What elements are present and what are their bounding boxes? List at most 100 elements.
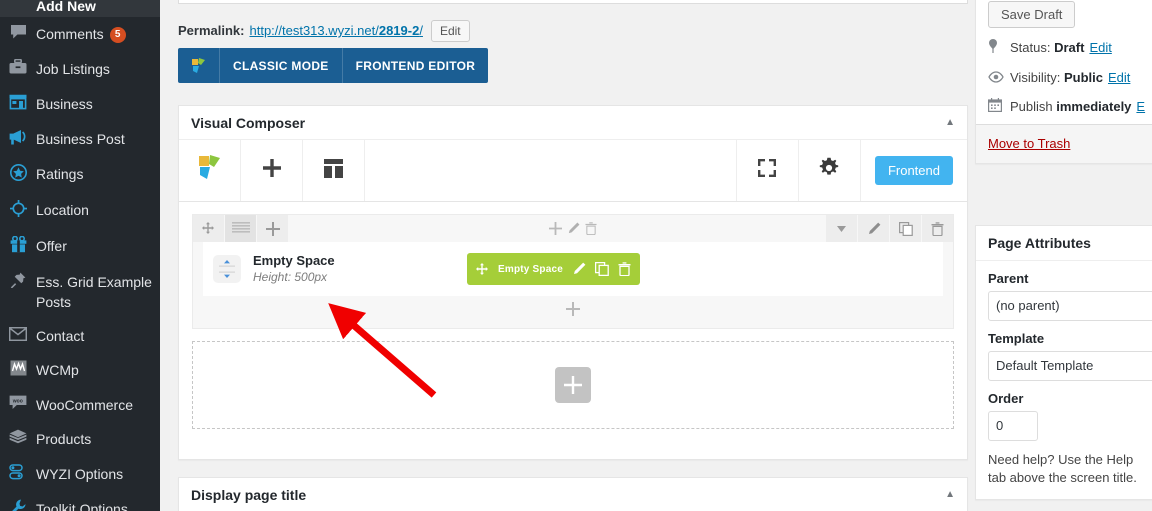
sidebar-item-woocommerce[interactable]: woo WooCommerce xyxy=(0,388,160,422)
parent-label: Parent xyxy=(988,271,1029,286)
gear-icon xyxy=(818,157,840,184)
vc-settings-button[interactable] xyxy=(799,140,861,201)
edit-permalink-button[interactable]: Edit xyxy=(430,20,470,42)
sidebar-item-toolkit-options[interactable]: Toolkit Options xyxy=(0,492,160,511)
sidebar-item-business[interactable]: Business xyxy=(0,87,160,122)
vc-toolbar-logo-button[interactable] xyxy=(179,140,241,201)
template-label: Template xyxy=(988,331,1045,346)
star-circle-icon xyxy=(0,164,36,186)
row-layout-button[interactable] xyxy=(225,215,256,242)
vc-dropzone-add-button[interactable] xyxy=(555,367,591,403)
classic-mode-button[interactable]: CLASSIC MODE xyxy=(220,48,343,83)
chevron-up-icon[interactable]: ▲ xyxy=(945,489,955,500)
sidebar-submenu-add-new[interactable]: Add New xyxy=(0,0,160,17)
page-title: Visual Composer xyxy=(191,114,306,131)
megaphone-icon xyxy=(0,129,36,150)
vc-mode-switch-bar: CLASSIC MODE FRONTEND EDITOR xyxy=(178,48,489,83)
vc-templates-button[interactable] xyxy=(303,140,365,201)
plus-icon xyxy=(261,157,283,184)
element-hover-toolbar: Empty Space xyxy=(467,253,641,285)
sidebar-item-label: Business Post xyxy=(36,131,125,147)
sidebar-item-comments[interactable]: Comments 5 xyxy=(0,17,160,52)
crosshair-icon xyxy=(0,200,36,222)
sidebar-item-label: Ess. Grid Example Posts xyxy=(36,274,152,310)
sidebar-item-ratings[interactable]: Ratings xyxy=(0,157,160,193)
eye-icon xyxy=(988,69,1010,87)
sidebar-item-job-listings[interactable]: Job Listings xyxy=(0,52,160,87)
vc-add-element-below-button[interactable] xyxy=(193,296,953,322)
row-add-element-button[interactable] xyxy=(257,215,288,242)
sidebar-item-label: WYZI Options xyxy=(36,466,124,482)
column-edit-button[interactable] xyxy=(567,222,580,235)
sidebar-item-label: Offer xyxy=(36,238,67,254)
empty-space-arrows-icon xyxy=(213,255,241,283)
frontend-editor-button[interactable]: FRONTEND EDITOR xyxy=(343,48,489,83)
sidebar-item-location[interactable]: Location xyxy=(0,193,160,229)
pin-icon xyxy=(988,39,1010,58)
products-box-icon xyxy=(0,429,36,450)
row-clone-button[interactable] xyxy=(890,215,921,242)
publish-panel-footer: Move to Trash xyxy=(976,124,1152,163)
template-select[interactable]: Default Template xyxy=(988,351,1152,381)
edit-status-link[interactable]: Edit xyxy=(1089,40,1111,55)
pushpin-icon xyxy=(0,272,36,293)
display-page-title-header: Display page title ▲ xyxy=(179,478,967,511)
row-delete-button[interactable] xyxy=(922,215,953,242)
briefcase-icon xyxy=(0,58,36,80)
move-cross-icon[interactable] xyxy=(476,262,489,276)
vc-empty-dropzone[interactable] xyxy=(192,341,954,429)
display-page-title-heading: Display page title xyxy=(191,486,307,503)
permalink-slug: 2819-2 xyxy=(378,23,420,38)
frontend-button[interactable]: Frontend xyxy=(874,156,953,185)
gift-icon xyxy=(0,235,36,258)
sidebar-item-products[interactable]: Products xyxy=(0,422,160,457)
visual-composer-panel: Visual Composer ▲ Frontend Empty Space H… xyxy=(178,105,968,460)
vc-row: Empty Space Height: 500px Empty Space xyxy=(192,214,954,329)
permalink-row: Permalink: http://test313.wyzi.net/2819-… xyxy=(178,20,470,42)
element-title: Empty Space xyxy=(253,253,335,268)
row-drag-handle[interactable] xyxy=(193,215,224,242)
page-attributes-help-text: Need help? Use the Help tab above the sc… xyxy=(988,452,1137,485)
visibility-line: Visibility: Public Edit xyxy=(988,69,1152,87)
edit-visibility-link[interactable]: Edit xyxy=(1108,70,1130,85)
admin-sidebar: Add New Comments 5 Job Listings Business Bus… xyxy=(0,0,160,511)
column-add-button[interactable] xyxy=(549,222,562,235)
order-input[interactable]: 0 xyxy=(988,411,1038,441)
vc-element-empty-space[interactable]: Empty Space Height: 500px Empty Space xyxy=(203,242,943,296)
sidebar-item-contact[interactable]: Contact xyxy=(0,319,160,353)
sidebar-item-label: Toolkit Options xyxy=(36,501,128,511)
element-hover-label: Empty Space xyxy=(498,263,564,275)
publish-date-line: Publish immediately E xyxy=(988,98,1152,116)
order-label: Order xyxy=(988,391,1024,406)
element-delete-button[interactable] xyxy=(618,262,631,276)
save-draft-button[interactable]: Save Draft xyxy=(988,1,1076,28)
storefront-icon xyxy=(0,94,36,115)
wcmp-icon xyxy=(0,360,36,381)
row-dropdown-button[interactable] xyxy=(826,215,857,242)
permalink-link[interactable]: http://test313.wyzi.net/2819-2/ xyxy=(249,21,422,41)
sidebar-item-offer[interactable]: Offer xyxy=(0,229,160,265)
move-to-trash-link[interactable]: Move to Trash xyxy=(988,136,1070,151)
row-edit-button[interactable] xyxy=(858,215,889,242)
sidebar-item-label: WCMp xyxy=(36,362,79,378)
vc-frontend-cell: Frontend xyxy=(861,140,967,201)
element-clone-button[interactable] xyxy=(595,262,609,276)
chevron-up-icon[interactable]: ▲ xyxy=(945,117,955,128)
sidebar-item-wcmp[interactable]: WCMp xyxy=(0,353,160,388)
vc-fullscreen-button[interactable] xyxy=(737,140,799,201)
column-delete-button[interactable] xyxy=(585,222,597,235)
sidebar-item-ess-grid-example-posts[interactable]: Ess. Grid Example Posts xyxy=(0,265,160,319)
parent-select[interactable]: (no parent) xyxy=(988,291,1152,321)
sidebar-item-wyzi-options[interactable]: WYZI Options xyxy=(0,457,160,492)
edit-publish-date-link[interactable]: E xyxy=(1136,99,1145,114)
right-sidebar: Save Draft Status: Draft Edit Visibility:… xyxy=(975,0,1152,511)
toggles-icon xyxy=(0,464,36,485)
element-edit-button[interactable] xyxy=(572,262,586,276)
comment-icon xyxy=(0,24,36,45)
woocommerce-icon: woo xyxy=(0,395,36,415)
vc-add-element-button[interactable] xyxy=(241,140,303,201)
publish-panel: Save Draft Status: Draft Edit Visibility:… xyxy=(975,0,1152,164)
sidebar-item-business-post[interactable]: Business Post xyxy=(0,122,160,157)
page-attributes-panel: Page Attributes Parent (no parent) Templ… xyxy=(975,225,1152,500)
